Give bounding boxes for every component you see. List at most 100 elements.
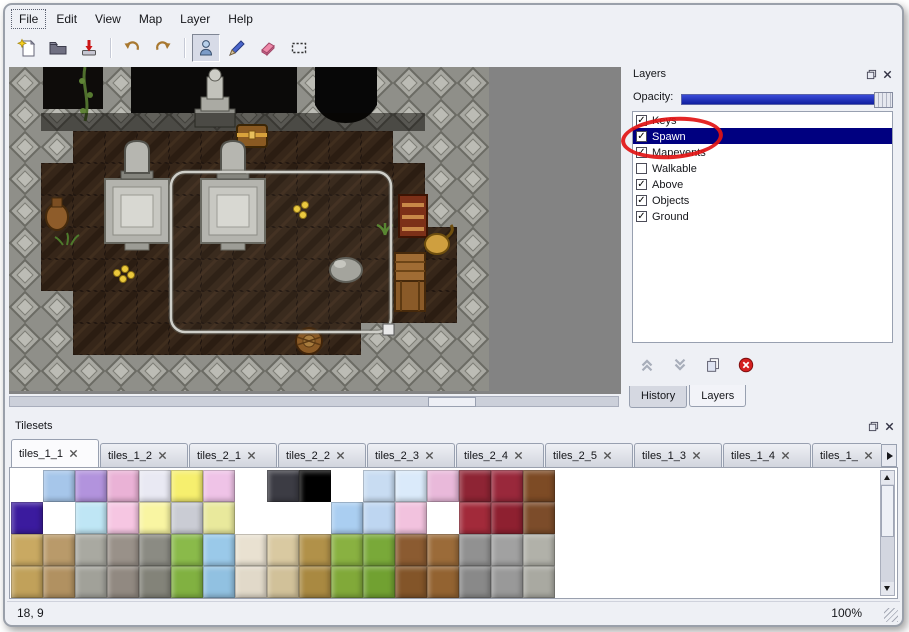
opacity-slider-handle[interactable] [874,92,893,108]
tile[interactable] [427,566,459,598]
tile[interactable] [395,566,427,598]
layer-row-above[interactable]: ✓Above [633,176,892,192]
delete-layer-button[interactable] [734,353,758,377]
tab-close-icon[interactable] [247,451,256,460]
layer-row-mapevents[interactable]: ✓Mapevents [633,144,892,160]
tile[interactable] [523,534,555,566]
tile[interactable] [267,470,299,502]
tile[interactable] [459,566,491,598]
tile[interactable] [203,534,235,566]
eraser-tool-button[interactable] [254,34,282,62]
layer-row-objects[interactable]: ✓Objects [633,192,892,208]
tileset-tab-tiles_1_3[interactable]: tiles_1_3 [634,443,722,467]
tile[interactable] [267,502,299,534]
tile[interactable] [171,566,203,598]
tile[interactable] [107,502,139,534]
tile[interactable] [459,502,491,534]
layer-row-spawn[interactable]: ✓Spawn [633,128,892,144]
tile[interactable] [395,502,427,534]
tile[interactable] [491,534,523,566]
raise-layer-button[interactable] [635,353,659,377]
tile[interactable] [235,566,267,598]
tile[interactable] [523,566,555,598]
tile[interactable] [267,534,299,566]
tile[interactable] [203,566,235,598]
menu-layer[interactable]: Layer [172,9,218,29]
tile[interactable] [331,502,363,534]
tileset-tab-tiles_2_1[interactable]: tiles_2_1 [189,443,277,467]
layer-row-keys[interactable]: ✓Keys [633,112,892,128]
tileset-tab-tiles_2_4[interactable]: tiles_2_4 [456,443,544,467]
stamp-tool-button[interactable] [192,34,220,62]
tile[interactable] [43,566,75,598]
float-panel-icon[interactable] [867,420,880,433]
tile[interactable] [299,502,331,534]
tile[interactable] [139,534,171,566]
tab-close-icon[interactable] [69,449,78,458]
tile[interactable] [331,534,363,566]
tile[interactable] [75,502,107,534]
tile[interactable] [75,470,107,502]
tileset-tab-tiles_1_2[interactable]: tiles_1_2 [100,443,188,467]
close-panel-icon[interactable] [881,68,894,81]
tile[interactable] [43,502,75,534]
tile[interactable] [75,534,107,566]
tile[interactable] [171,502,203,534]
tile[interactable] [363,502,395,534]
tile[interactable] [299,470,331,502]
opacity-slider[interactable] [681,93,893,105]
tile[interactable] [363,534,395,566]
layer-row-ground[interactable]: ✓Ground [633,208,892,224]
tile[interactable] [427,470,459,502]
tile[interactable] [395,470,427,502]
menu-map[interactable]: Map [131,9,170,29]
layer-visibility-checkbox[interactable]: ✓ [636,131,647,142]
tile[interactable] [459,534,491,566]
lower-layer-button[interactable] [668,353,692,377]
tab-close-icon[interactable] [692,451,701,460]
tile[interactable] [331,566,363,598]
tile[interactable] [427,534,459,566]
tab-close-icon[interactable] [781,451,790,460]
tile[interactable] [139,502,171,534]
tile[interactable] [11,566,43,598]
scrollbar-handle[interactable] [881,485,894,537]
scroll-down-button[interactable] [881,582,894,595]
tile[interactable] [43,470,75,502]
scroll-up-button[interactable] [881,471,894,484]
menu-edit[interactable]: Edit [48,9,85,29]
tileset-tab-tiles_2_3[interactable]: tiles_2_3 [367,443,455,467]
tile[interactable] [75,566,107,598]
tile[interactable] [523,502,555,534]
tile[interactable] [363,566,395,598]
tile[interactable] [11,502,43,534]
tileset-tab-tiles_2_5[interactable]: tiles_2_5 [545,443,633,467]
layer-visibility-checkbox[interactable]: ✓ [636,195,647,206]
tab-close-icon[interactable] [158,451,167,460]
tileset-tab-tiles_2_2[interactable]: tiles_2_2 [278,443,366,467]
tile[interactable] [427,502,459,534]
tile[interactable] [107,566,139,598]
menu-view[interactable]: View [87,9,129,29]
tile[interactable] [235,470,267,502]
tab-close-icon[interactable] [864,451,873,460]
tile[interactable] [203,470,235,502]
tile[interactable] [171,470,203,502]
tile[interactable] [11,470,43,502]
tileset-tab-tiles_1_1[interactable]: tiles_1_1 [11,439,99,467]
duplicate-layer-button[interactable] [701,353,725,377]
scrollbar-handle[interactable] [428,397,476,407]
tileset-tab-tiles_1_[interactable]: tiles_1_ [812,443,881,467]
tab-history[interactable]: History [629,386,687,408]
tileset-vertical-scrollbar[interactable] [880,470,895,596]
tile[interactable] [331,470,363,502]
tile[interactable] [235,502,267,534]
select-tool-button[interactable] [285,34,313,62]
layer-visibility-checkbox[interactable] [636,163,647,174]
tile[interactable] [491,566,523,598]
tile[interactable] [107,534,139,566]
tile[interactable] [459,470,491,502]
layer-visibility-checkbox[interactable]: ✓ [636,147,647,158]
tile[interactable] [299,534,331,566]
tab-scroll-right-button[interactable] [881,444,897,467]
